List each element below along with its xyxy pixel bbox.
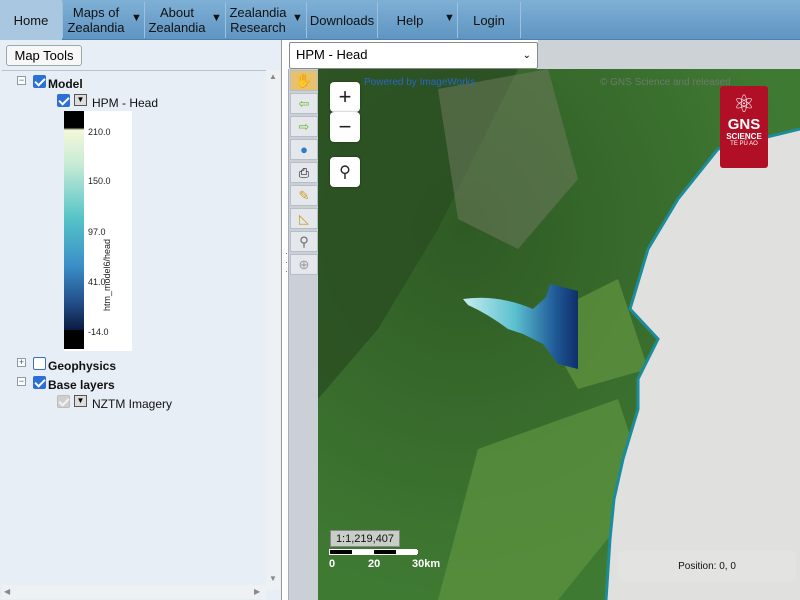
zoom-out-button[interactable]: −	[330, 112, 360, 142]
legend-tick: 150.0	[88, 176, 111, 186]
nav-maps-label: Maps of Zealandia	[67, 5, 125, 35]
geophysics-layer-label: Geophysics	[48, 359, 117, 373]
hpm-head-checkbox[interactable]	[57, 94, 70, 107]
zoom-in-button[interactable]: +	[330, 82, 360, 112]
tree-horizontal-scrollbar[interactable]: ◀ ▶	[2, 585, 266, 599]
scroll-right-icon[interactable]: ▶	[254, 587, 260, 596]
chevron-down-icon: ⌄	[522, 50, 531, 61]
nav-downloads-label: Downloads	[309, 12, 375, 28]
attribution-text: © GNS Science and released	[600, 77, 731, 88]
gns-science-logo: ⚛ GNS SCIENCE TE PŪ AO	[720, 86, 768, 168]
nztm-imagery-checkbox	[57, 395, 70, 408]
base-layers-checkbox[interactable]	[33, 376, 46, 389]
atom-icon: ⚛	[733, 91, 755, 118]
nav-login-label: Login	[473, 12, 505, 28]
legend-tick: 97.0	[88, 227, 106, 237]
legend-tick: -14.0	[88, 327, 109, 337]
hpm-head-layer-label: HPM - Head	[92, 96, 159, 110]
layer-select[interactable]: HPM - Head ⌄	[289, 42, 538, 69]
scale-label: 30km	[412, 558, 441, 570]
scale-ratio: 1:1,219,407	[330, 530, 400, 547]
chevron-down-icon[interactable]: ▼	[131, 12, 142, 24]
nav-about-label: About Zealandia	[148, 5, 206, 35]
nztm-imagery-label: NZTM Imagery	[92, 397, 173, 411]
measure-icon[interactable]: ✎	[290, 185, 318, 206]
scale-bar	[329, 549, 418, 555]
layer-panel: Map Tools − Model ▼ HPM - Head 210.0 150…	[0, 40, 282, 600]
pan-hand-icon[interactable]: ✋	[290, 70, 318, 91]
logo-text: GNS	[727, 116, 761, 133]
chevron-down-icon[interactable]: ▼	[211, 12, 222, 24]
legend-title: htm_model6/head	[102, 238, 112, 311]
nav-divider	[520, 2, 521, 38]
nav-research-label: Zealandia Research	[229, 5, 287, 35]
collapse-icon[interactable]: −	[17, 377, 26, 386]
crosshair-icon[interactable]: ⊕	[290, 254, 318, 275]
expand-icon[interactable]: +	[17, 358, 26, 367]
model-layer-label: Model	[48, 77, 83, 91]
scale-label: 20	[368, 558, 381, 570]
position-readout: Position: 0, 0	[618, 551, 796, 581]
scale-label: 0	[329, 558, 336, 570]
logo-text: TE PŪ AO	[730, 141, 758, 147]
nav-about-zealandia[interactable]: About Zealandia	[145, 0, 209, 40]
map-toolbar: ✋ ⇦ ⇨ ● ⎙ ✎ ◺ ⚲ ⊕ · · ·	[285, 69, 318, 600]
nav-downloads[interactable]: Downloads	[307, 0, 377, 40]
top-nav: Home Maps of Zealandia ▼ About Zealandia…	[0, 0, 800, 40]
scroll-down-icon[interactable]: ▼	[269, 574, 277, 583]
nav-help[interactable]: Help	[378, 0, 442, 40]
base-layers-label: Base layers	[48, 378, 115, 392]
map-header-strip	[538, 40, 800, 69]
area-measure-icon[interactable]: ◺	[290, 208, 318, 229]
head-legend: 210.0 150.0 97.0 41.0 -14.0 htm_model6/h…	[64, 111, 132, 351]
nav-help-label: Help	[396, 12, 424, 28]
print-icon[interactable]: ⎙	[290, 162, 318, 183]
logo-text: SCIENCE	[726, 132, 762, 141]
scroll-up-icon[interactable]: ▲	[269, 72, 277, 81]
forward-arrow-icon[interactable]: ⇨	[290, 116, 318, 137]
back-arrow-icon[interactable]: ⇦	[290, 93, 318, 114]
search-magnifier-icon[interactable]: ⚲	[330, 157, 360, 187]
layer-options-dropdown-icon[interactable]: ▼	[74, 94, 87, 106]
chevron-down-icon[interactable]: ▼	[444, 12, 455, 24]
nav-maps-of-zealandia[interactable]: Maps of Zealandia	[63, 0, 129, 40]
nav-login[interactable]: Login	[458, 0, 520, 40]
layer-tree: − Model ▼ HPM - Head 210.0 150.0 97.0 41…	[2, 70, 266, 590]
layer-select-value: HPM - Head	[296, 47, 368, 62]
chevron-down-icon[interactable]: ▼	[292, 12, 303, 24]
nav-home[interactable]: Home	[0, 0, 62, 40]
globe-icon[interactable]: ●	[290, 139, 318, 160]
splitter-handle[interactable]: · · ·	[285, 249, 288, 276]
layer-options-dropdown-icon[interactable]: ▼	[74, 395, 87, 407]
model-checkbox[interactable]	[33, 75, 46, 88]
nav-zealandia-research[interactable]: Zealandia Research	[226, 0, 290, 40]
nav-home-label: Home	[13, 12, 49, 28]
geophysics-checkbox[interactable]	[33, 357, 46, 370]
powered-by-text: Powered by ImageWorks	[364, 77, 476, 88]
scroll-left-icon[interactable]: ◀	[4, 587, 10, 596]
legend-color-ramp	[64, 111, 84, 349]
legend-tick: 210.0	[88, 127, 111, 137]
settings-wrench-icon[interactable]: ⚲	[290, 231, 318, 252]
tree-vertical-scrollbar[interactable]: ▲ ▼	[266, 70, 280, 590]
map-tools-button[interactable]: Map Tools	[6, 45, 82, 66]
collapse-icon[interactable]: −	[17, 76, 26, 85]
